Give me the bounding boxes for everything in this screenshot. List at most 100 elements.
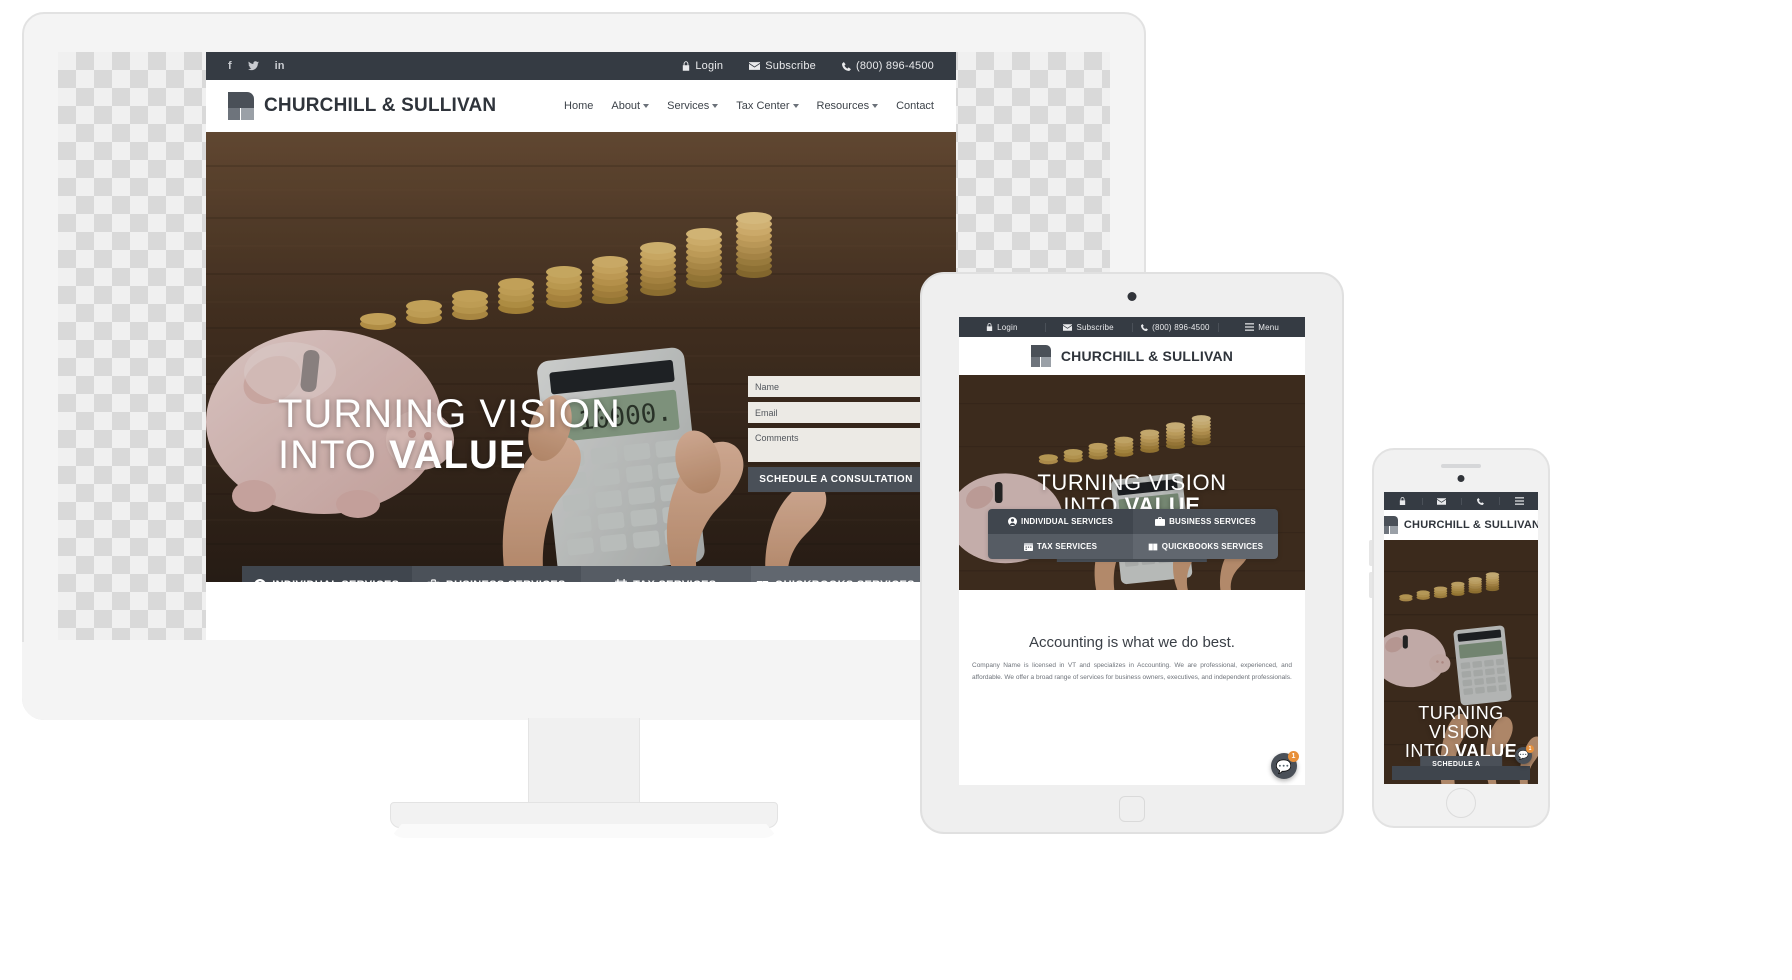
briefcase-icon bbox=[427, 579, 440, 582]
linkedin-icon[interactable]: in bbox=[275, 60, 285, 72]
lock-icon bbox=[682, 61, 690, 71]
monitor-neck bbox=[528, 718, 640, 810]
chevron-down-icon bbox=[712, 104, 719, 109]
service-tile-business[interactable]: BUSINESS SERVICES bbox=[1133, 509, 1278, 534]
tablet-phone-link[interactable]: (800) 896-4500 bbox=[1131, 322, 1219, 332]
schedule-consultation-button[interactable]: SCHEDULE A CONSULTATION bbox=[748, 467, 924, 492]
phone-icon bbox=[1141, 323, 1149, 331]
envelope-icon bbox=[1063, 323, 1073, 331]
service-tab-business[interactable]: BUSINESS SERVICES bbox=[411, 566, 581, 582]
service-tab-individual[interactable]: INDIVIDUAL SERVICES bbox=[242, 566, 412, 582]
calendar-icon bbox=[615, 579, 628, 582]
briefcase-icon bbox=[1155, 517, 1166, 526]
nav-item-home[interactable]: Home bbox=[564, 100, 593, 112]
phone-hero: TURNING VISION INTO VALUE SCHEDULE A CON… bbox=[1384, 540, 1538, 784]
name-input[interactable]: Name bbox=[748, 376, 924, 397]
hero-headline: TURNING VISION INTO VALUE bbox=[278, 394, 621, 476]
person-circle-icon bbox=[255, 579, 266, 582]
facebook-icon[interactable]: f bbox=[228, 60, 232, 72]
tablet-login-link[interactable]: Login bbox=[959, 323, 1045, 332]
desktop-header: CHURCHILL & SULLIVAN Home About Services… bbox=[206, 80, 956, 132]
calendar-icon bbox=[1023, 543, 1033, 551]
desktop-hero: 10000. TURNING VISION INTO VALUE Name Em… bbox=[206, 132, 956, 582]
monitor-base-shadow bbox=[390, 824, 778, 838]
service-tile-tax[interactable]: TAX SERVICES bbox=[988, 534, 1133, 559]
tablet-phone-label: (800) 896-4500 bbox=[1152, 322, 1210, 332]
tablet-menu-button[interactable]: Menu bbox=[1218, 322, 1305, 332]
logo-icon bbox=[1030, 345, 1051, 367]
nav-item-resources[interactable]: Resources bbox=[817, 100, 879, 112]
tablet-menu-label: Menu bbox=[1258, 322, 1280, 332]
chat-badge: 1 bbox=[1526, 745, 1534, 753]
chat-widget[interactable]: 💬 1 bbox=[1271, 751, 1299, 779]
phone-volume-up-button[interactable] bbox=[1369, 540, 1372, 566]
twitter-icon[interactable] bbox=[247, 61, 259, 71]
tablet-subscribe-link[interactable]: Subscribe bbox=[1044, 322, 1132, 332]
phone-utility-bar bbox=[1384, 492, 1538, 510]
responsive-mockup-scene: f in Login Subscribe (800) 896-4500 CHUR… bbox=[0, 0, 1792, 980]
hamburger-icon bbox=[1245, 323, 1255, 331]
phone-icon bbox=[841, 61, 851, 71]
nav-item-services[interactable]: Services bbox=[667, 100, 719, 112]
tablet-subscribe-label: Subscribe bbox=[1076, 322, 1114, 332]
utility-links: Login Subscribe (800) 896-4500 bbox=[682, 60, 934, 72]
service-tile-quickbooks[interactable]: QUICKBOOKS SERVICES bbox=[1133, 534, 1278, 559]
brand-name[interactable]: CHURCHILL & SULLIVAN bbox=[1061, 348, 1233, 364]
tablet-screen: Login Subscribe (800) 896-4500 Menu CHUR… bbox=[959, 317, 1305, 785]
phone-link[interactable]: (800) 896-4500 bbox=[841, 60, 934, 72]
intro-heading: Accounting is what we do best. bbox=[1029, 634, 1235, 651]
tablet-mockup: Login Subscribe (800) 896-4500 Menu CHUR… bbox=[920, 272, 1344, 834]
tablet-home-button[interactable] bbox=[1119, 796, 1145, 822]
service-tab-tax[interactable]: TAX SERVICES bbox=[581, 566, 751, 582]
hero-headline-line1: TURNING VISION bbox=[278, 392, 621, 436]
phone-menu-button[interactable] bbox=[1499, 497, 1538, 505]
comments-input[interactable]: Comments bbox=[748, 428, 924, 462]
phone-subscribe-button[interactable] bbox=[1421, 497, 1461, 505]
logo-icon bbox=[228, 92, 254, 120]
tablet-login-label: Login bbox=[997, 322, 1018, 332]
phone-login-button[interactable] bbox=[1384, 497, 1422, 505]
phone-service-bar[interactable] bbox=[1392, 766, 1530, 780]
phone-speaker bbox=[1441, 464, 1481, 468]
chat-widget[interactable]: 💬 1 bbox=[1515, 745, 1534, 764]
login-label: Login bbox=[695, 60, 724, 72]
book-icon bbox=[756, 580, 768, 582]
service-tabs: INDIVIDUAL SERVICES BUSINESS SERVICES TA… bbox=[242, 566, 920, 582]
envelope-icon bbox=[1437, 497, 1447, 505]
subscribe-link[interactable]: Subscribe bbox=[749, 60, 816, 72]
nav-item-contact[interactable]: Contact bbox=[896, 100, 934, 112]
nav-item-about[interactable]: About bbox=[611, 100, 650, 112]
tablet-intro-section: Accounting is what we do best. Company N… bbox=[959, 590, 1305, 684]
hero-photo: 10000. bbox=[206, 132, 956, 582]
service-tile-individual[interactable]: INDIVIDUAL SERVICES bbox=[988, 509, 1133, 534]
phone-home-button[interactable] bbox=[1446, 788, 1476, 818]
chevron-down-icon bbox=[872, 104, 879, 109]
logo-icon bbox=[1384, 516, 1398, 534]
chevron-down-icon bbox=[792, 104, 799, 109]
hero-headline-line1: TURNING VISION bbox=[1037, 470, 1227, 495]
phone-header: CHURCHILL & SULLIVAN bbox=[1384, 510, 1538, 540]
hero-headline-line1: TURNING VISION bbox=[1418, 703, 1504, 742]
phone-mockup: CHURCHILL & SULLIVAN TURNING VISION INTO… bbox=[1369, 448, 1550, 828]
main-navigation: Home About Services Tax Center Resources… bbox=[564, 100, 934, 112]
service-tiles: INDIVIDUAL SERVICES BUSINESS SERVICES TA… bbox=[988, 509, 1278, 559]
envelope-icon bbox=[749, 62, 761, 70]
phone-volume-down-button[interactable] bbox=[1369, 572, 1372, 598]
social-links: f in bbox=[228, 60, 284, 72]
hamburger-icon bbox=[1514, 497, 1524, 505]
phone-icon bbox=[1476, 497, 1484, 505]
subscribe-label: Subscribe bbox=[765, 60, 816, 72]
brand-name[interactable]: CHURCHILL & SULLIVAN bbox=[264, 95, 496, 117]
service-tab-quickbooks[interactable]: QUICKBOOKS SERVICES bbox=[750, 566, 920, 582]
lock-icon bbox=[986, 323, 993, 331]
tablet-utility-bar: Login Subscribe (800) 896-4500 Menu bbox=[959, 317, 1305, 337]
nav-item-tax-center[interactable]: Tax Center bbox=[736, 100, 799, 112]
brand-name[interactable]: CHURCHILL & SULLIVAN bbox=[1404, 519, 1538, 531]
login-link[interactable]: Login bbox=[682, 60, 723, 72]
intro-paragraph: Company Name is licensed in VT and speci… bbox=[972, 662, 1292, 682]
email-input[interactable]: Email bbox=[748, 402, 924, 423]
desktop-utility-bar: f in Login Subscribe (800) 896-4500 bbox=[206, 52, 956, 80]
phone-label: (800) 896-4500 bbox=[855, 60, 934, 72]
tablet-camera-icon bbox=[1127, 292, 1137, 301]
phone-call-button[interactable] bbox=[1460, 497, 1500, 505]
